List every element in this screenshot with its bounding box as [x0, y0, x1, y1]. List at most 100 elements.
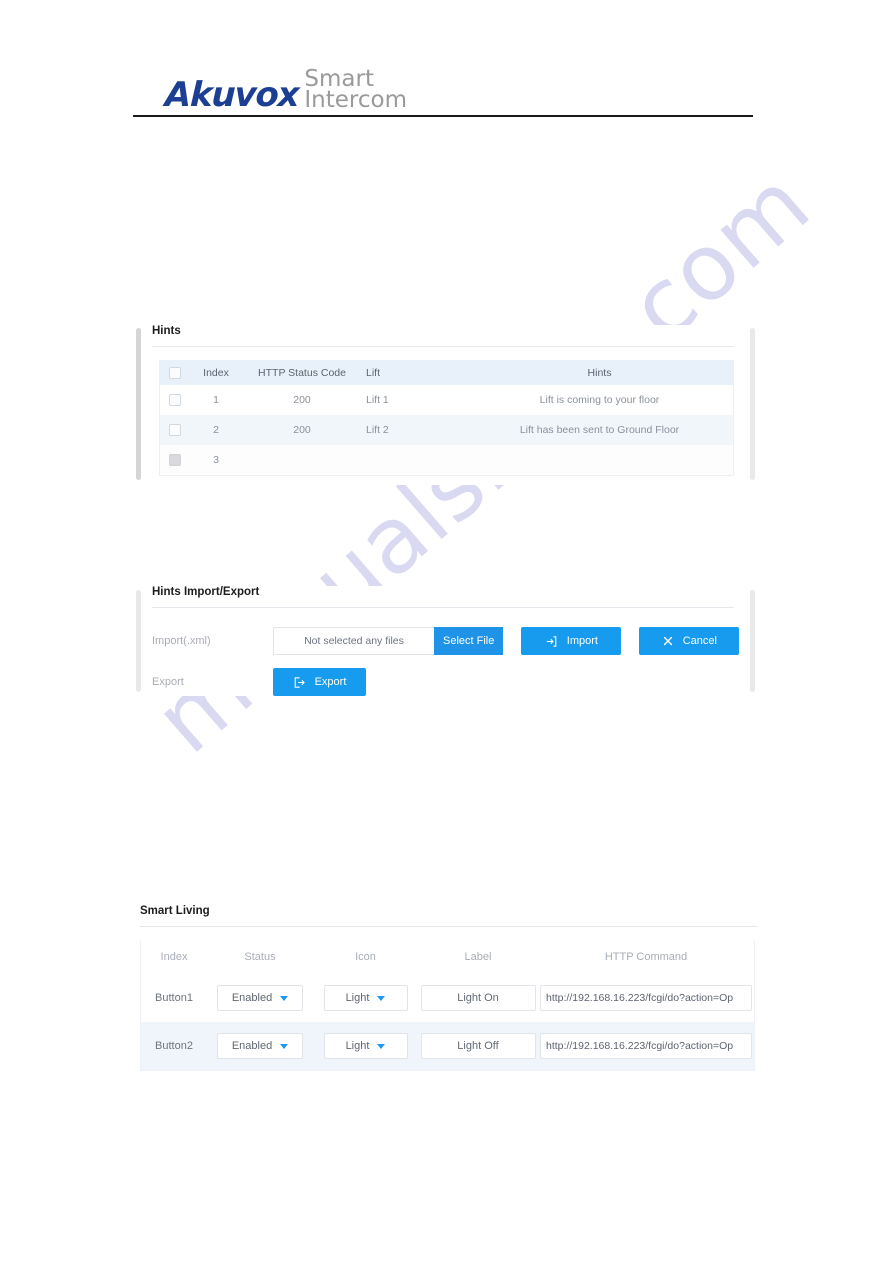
scroll-rail-left[interactable]	[136, 328, 141, 480]
hints-panel-divider	[152, 346, 734, 347]
hints-row-checkbox-cell	[160, 445, 190, 475]
import-export-panel-title: Hints Import/Export	[152, 586, 260, 598]
sl-row-index: Button1	[141, 974, 207, 1022]
sl-row-icon-cell: Light	[313, 974, 418, 1022]
hints-row-index: 3	[190, 445, 242, 475]
brand-name: Akuvox	[164, 75, 300, 115]
smart-living-panel-divider	[140, 926, 758, 927]
hints-row-lift: Lift 1	[362, 385, 466, 415]
smart-living-panel: Smart Living Index Status Icon Label HTT…	[133, 905, 758, 1075]
hints-row-lift	[362, 445, 466, 475]
sl-header-status: Status	[207, 940, 313, 974]
row-checkbox[interactable]	[169, 454, 181, 467]
sl-header-icon: Icon	[313, 940, 418, 974]
label-input[interactable]: Light On	[420, 985, 536, 1011]
hints-row-status-code	[242, 445, 362, 475]
status-dropdown-value: Enabled	[231, 1040, 273, 1052]
icon-dropdown-value: Light	[345, 992, 370, 1004]
http-command-input[interactable]: http://192.168.16.223/fcgi/do?action=Op	[540, 1033, 752, 1059]
chevron-down-icon	[377, 1043, 386, 1049]
import-icon	[545, 635, 558, 648]
brand-tagline-line2: Intercom	[304, 86, 407, 113]
hints-select-all-header	[160, 360, 190, 385]
hints-table-header-row: Index HTTP Status Code Lift Hints	[160, 360, 733, 385]
table-row[interactable]: 2 200 Lift 2 Lift has been sent to Groun…	[160, 415, 733, 445]
file-name-field[interactable]: Not selected any files	[273, 627, 435, 655]
smart-living-table-container: Index Status Icon Label HTTP Command But…	[140, 940, 755, 1071]
hints-header-index: Index	[190, 360, 242, 385]
import-button[interactable]: Import	[521, 627, 622, 655]
smart-living-table: Index Status Icon Label HTTP Command But…	[141, 940, 754, 1070]
smart-living-header-row: Index Status Icon Label HTTP Command	[141, 940, 754, 974]
scroll-rail-right[interactable]	[750, 328, 755, 480]
chevron-down-icon	[280, 995, 289, 1001]
select-all-checkbox[interactable]	[169, 366, 181, 379]
hints-row-status-code: 200	[242, 415, 362, 445]
icon-dropdown-value: Light	[345, 1040, 370, 1052]
hints-panel-title: Hints	[152, 325, 181, 337]
cancel-button-label: Cancel	[682, 635, 717, 647]
brand-tagline: Smart Intercom	[304, 67, 407, 113]
hints-row-hint: Lift has been sent to Ground Floor	[466, 415, 733, 445]
export-label: Export	[152, 676, 184, 688]
brand-logo: Akuvox Smart Intercom	[133, 62, 753, 115]
hints-table-container: Index HTTP Status Code Lift Hints 1 200 …	[159, 360, 734, 476]
hints-row-hint	[466, 445, 733, 475]
hints-header-hints: Hints	[466, 360, 733, 385]
hints-import-export-panel: Hints Import/Export Import(.xml) Not sel…	[133, 586, 753, 696]
hints-row-index: 1	[190, 385, 242, 415]
label-input[interactable]: Light Off	[420, 1033, 536, 1059]
export-button[interactable]: Export	[273, 668, 366, 696]
sl-row-label-cell: Light On	[418, 974, 538, 1022]
table-row[interactable]: 1 200 Lift 1 Lift is coming to your floo…	[160, 385, 733, 415]
sl-header-index: Index	[141, 940, 207, 974]
sl-row-index: Button2	[141, 1022, 207, 1070]
hints-row-lift: Lift 2	[362, 415, 466, 445]
scroll-rail-left-2[interactable]	[136, 590, 141, 692]
status-dropdown[interactable]: Enabled	[217, 1033, 303, 1059]
table-row[interactable]: 3	[160, 445, 733, 475]
import-row: Import(.xml) Not selected any files Sele…	[152, 624, 753, 658]
scroll-rail-right-2[interactable]	[750, 590, 755, 692]
icon-dropdown[interactable]: Light	[323, 1033, 408, 1059]
import-export-body: Import(.xml) Not selected any files Sele…	[133, 608, 753, 699]
hints-row-checkbox-cell	[160, 415, 190, 445]
table-row[interactable]: Button1 Enabled Light Light On http://19…	[141, 974, 754, 1022]
header-divider	[133, 115, 753, 117]
export-row: Export Export	[152, 665, 753, 699]
hints-panel: Hints Index HTTP Status Code Lift Hints	[133, 325, 753, 485]
hints-row-status-code: 200	[242, 385, 362, 415]
status-dropdown-value: Enabled	[231, 992, 273, 1004]
hints-table: Index HTTP Status Code Lift Hints 1 200 …	[160, 360, 733, 475]
document-page: manualshive.com Akuvox Smart Intercom Hi…	[0, 0, 893, 1263]
sl-row-icon-cell: Light	[313, 1022, 418, 1070]
table-row[interactable]: Button2 Enabled Light Light Off http://1…	[141, 1022, 754, 1070]
page-header: Akuvox Smart Intercom	[133, 62, 753, 117]
close-icon	[662, 635, 674, 647]
export-button-label: Export	[314, 676, 347, 688]
row-checkbox[interactable]	[169, 424, 181, 437]
cancel-button[interactable]: Cancel	[639, 627, 740, 655]
smart-living-panel-title: Smart Living	[140, 905, 210, 917]
sl-row-status-cell: Enabled	[207, 1022, 313, 1070]
sl-row-command-cell: http://192.168.16.223/fcgi/do?action=Op	[538, 1022, 754, 1070]
select-file-button[interactable]: Select File	[434, 627, 504, 655]
hints-row-index: 2	[190, 415, 242, 445]
hints-row-hint: Lift is coming to your floor	[466, 385, 733, 415]
hints-header-lift: Lift	[362, 360, 466, 385]
http-command-input[interactable]: http://192.168.16.223/fcgi/do?action=Op	[540, 985, 752, 1011]
sl-header-label: Label	[418, 940, 538, 974]
hints-header-status-code: HTTP Status Code	[242, 360, 362, 385]
export-icon	[293, 676, 306, 689]
hints-row-checkbox-cell	[160, 385, 190, 415]
sl-row-status-cell: Enabled	[207, 974, 313, 1022]
chevron-down-icon	[280, 1043, 289, 1049]
status-dropdown[interactable]: Enabled	[217, 985, 303, 1011]
import-button-label: Import	[566, 635, 598, 647]
import-label: Import(.xml)	[152, 635, 211, 647]
sl-header-http-command: HTTP Command	[538, 940, 754, 974]
row-checkbox[interactable]	[169, 394, 181, 407]
sl-row-label-cell: Light Off	[418, 1022, 538, 1070]
icon-dropdown[interactable]: Light	[323, 985, 408, 1011]
sl-row-command-cell: http://192.168.16.223/fcgi/do?action=Op	[538, 974, 754, 1022]
